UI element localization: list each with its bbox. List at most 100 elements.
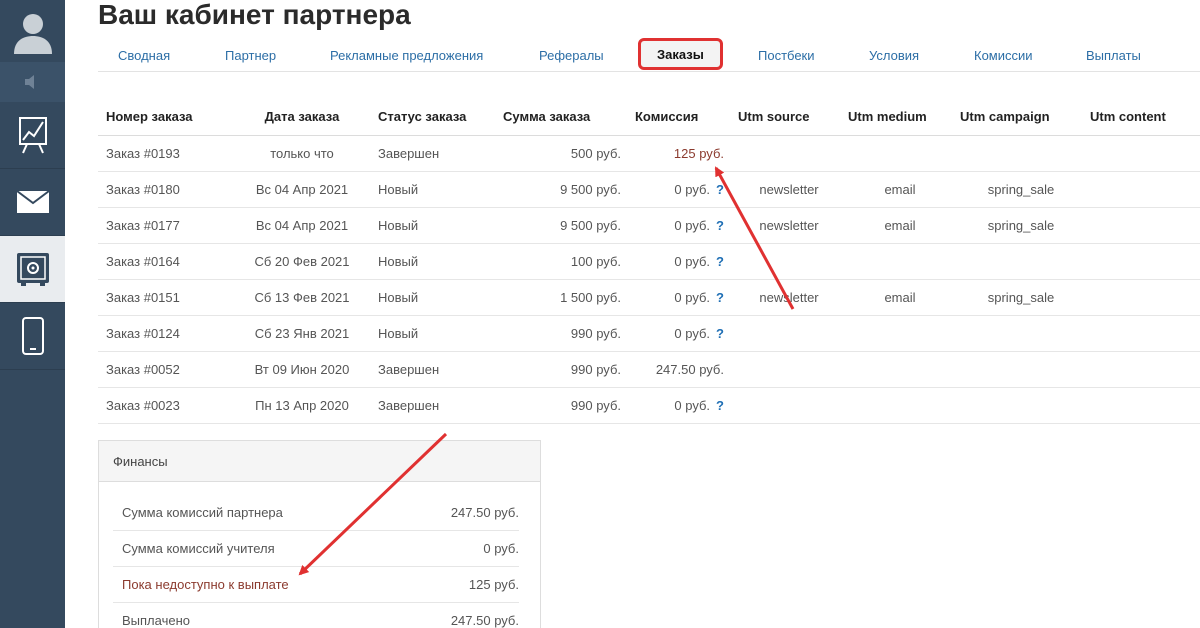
utm-medium (840, 315, 952, 352)
tab-offers[interactable]: Рекламные предложения (330, 38, 483, 72)
utm-source: newsletter (730, 207, 840, 244)
table-row[interactable]: Заказ #0124 Сб 23 Янв 2021 Новый 990 руб… (98, 315, 1200, 352)
chart-icon (18, 117, 47, 154)
sidebar-avatar[interactable] (0, 0, 65, 62)
table-header-row: Номер заказа Дата заказа Статус заказа С… (98, 98, 1200, 136)
utm-campaign: spring_sale (952, 279, 1082, 316)
commission-value: 125 руб. (673, 145, 724, 161)
avatar-icon (13, 14, 52, 54)
order-sum: 9 500 руб. (495, 171, 627, 208)
table-row[interactable]: Заказ #0023 Пн 13 Апр 2020 Завершен 990 … (98, 387, 1200, 424)
help-icon[interactable]: ? (716, 290, 724, 305)
utm-content (1082, 351, 1200, 388)
column-header[interactable]: Utm medium (840, 98, 952, 136)
utm-medium (840, 135, 952, 172)
tab-summary[interactable]: Сводная (118, 38, 170, 72)
order-sum: 1 500 руб. (495, 279, 627, 316)
sidebar-item-stats[interactable] (0, 102, 65, 169)
column-header[interactable]: Дата заказа (226, 98, 370, 136)
help-icon[interactable]: ? (716, 218, 724, 233)
phone-icon (21, 317, 44, 355)
help-icon[interactable]: ? (716, 398, 724, 413)
order-number: Заказ #0177 (98, 207, 226, 244)
column-header[interactable]: Utm content (1082, 98, 1200, 136)
commission-value: 0 руб. (674, 253, 711, 269)
table-row[interactable]: Заказ #0151 Сб 13 Фев 2021 Новый 1 500 р… (98, 279, 1200, 316)
table-row[interactable]: Заказ #0164 Сб 20 Фев 2021 Новый 100 руб… (98, 243, 1200, 280)
help-icon[interactable]: ? (716, 182, 724, 197)
utm-source (730, 315, 840, 352)
utm-source (730, 135, 840, 172)
column-header[interactable]: Статус заказа (370, 98, 495, 136)
sidebar-item-partner[interactable] (0, 236, 65, 303)
commission-value: 0 руб. (674, 325, 711, 341)
orders-table: Номер заказа Дата заказа Статус заказа С… (98, 98, 1200, 424)
table-row[interactable]: Заказ #0193 только что Завершен 500 руб.… (98, 135, 1200, 172)
page-title: Ваш кабинет партнера (98, 0, 411, 30)
commission-value: 0 руб. (674, 217, 711, 233)
sidebar-sound-toggle[interactable] (0, 62, 65, 102)
tab-postbacks[interactable]: Постбеки (758, 38, 815, 72)
table-row[interactable]: Заказ #0177 Вс 04 Апр 2021 Новый 9 500 р… (98, 207, 1200, 244)
column-header[interactable]: Комиссия (627, 98, 730, 136)
order-sum: 500 руб. (495, 135, 627, 172)
help-icon[interactable]: ? (716, 326, 724, 341)
column-header[interactable]: Utm source (730, 98, 840, 136)
order-sum: 990 руб. (495, 387, 627, 424)
order-status: Новый (370, 315, 495, 352)
utm-campaign (952, 135, 1082, 172)
order-date: Сб 20 Фев 2021 (226, 243, 370, 280)
order-number: Заказ #0164 (98, 243, 226, 280)
finance-row: Выплачено 247.50 руб. (113, 603, 519, 628)
column-header[interactable]: Сумма заказа (495, 98, 627, 136)
utm-medium (840, 243, 952, 280)
safe-icon (16, 253, 49, 286)
order-status: Новый (370, 243, 495, 280)
commission-value: 0 руб. (674, 181, 711, 197)
column-header[interactable]: Номер заказа (98, 98, 226, 136)
tab-bar: Сводная Партнер Рекламные предложения Ре… (98, 38, 1200, 72)
finance-value: 247.50 руб. (450, 505, 519, 520)
order-number: Заказ #0052 (98, 351, 226, 388)
utm-medium (840, 387, 952, 424)
tab-conditions[interactable]: Условия (869, 38, 919, 72)
order-status: Завершен (370, 351, 495, 388)
utm-source (730, 387, 840, 424)
finance-label: Пока недоступно к выплате (122, 577, 289, 592)
help-icon[interactable]: ? (716, 254, 724, 269)
utm-source: newsletter (730, 171, 840, 208)
tab-referrals[interactable]: Рефералы (539, 38, 604, 72)
sidebar-item-mobile[interactable] (0, 303, 65, 370)
utm-source (730, 243, 840, 280)
order-sum: 990 руб. (495, 351, 627, 388)
commission-value: 247.50 руб. (655, 361, 724, 377)
utm-content (1082, 279, 1200, 316)
order-number: Заказ #0151 (98, 279, 226, 316)
order-sum: 990 руб. (495, 315, 627, 352)
utm-content (1082, 135, 1200, 172)
finance-row: Сумма комиссий партнера 247.50 руб. (113, 495, 519, 531)
finance-title: Финансы (99, 441, 540, 482)
order-date: Вс 04 Апр 2021 (226, 207, 370, 244)
table-row[interactable]: Заказ #0052 Вт 09 Июн 2020 Завершен 990 … (98, 351, 1200, 388)
commission-value: 0 руб. (674, 289, 711, 305)
sidebar-item-messages[interactable] (0, 169, 65, 236)
tab-partner[interactable]: Партнер (225, 38, 276, 72)
tab-payouts[interactable]: Выплаты (1086, 38, 1141, 72)
utm-content (1082, 171, 1200, 208)
tab-orders[interactable]: Заказы (638, 38, 723, 70)
tab-commissions[interactable]: Комиссии (974, 38, 1033, 72)
utm-source: newsletter (730, 279, 840, 316)
finance-value: 0 руб. (483, 541, 519, 556)
order-date: только что (226, 135, 370, 172)
mail-icon (15, 190, 50, 213)
order-date: Пн 13 Апр 2020 (226, 387, 370, 424)
finance-label: Выплачено (122, 613, 190, 628)
table-row[interactable]: Заказ #0180 Вс 04 Апр 2021 Новый 9 500 р… (98, 171, 1200, 208)
utm-source (730, 351, 840, 388)
utm-medium (840, 351, 952, 388)
column-header[interactable]: Utm campaign (952, 98, 1082, 136)
order-commission: 0 руб.? (627, 315, 730, 352)
order-commission: 247.50 руб. (627, 351, 730, 388)
sidebar (0, 0, 65, 628)
